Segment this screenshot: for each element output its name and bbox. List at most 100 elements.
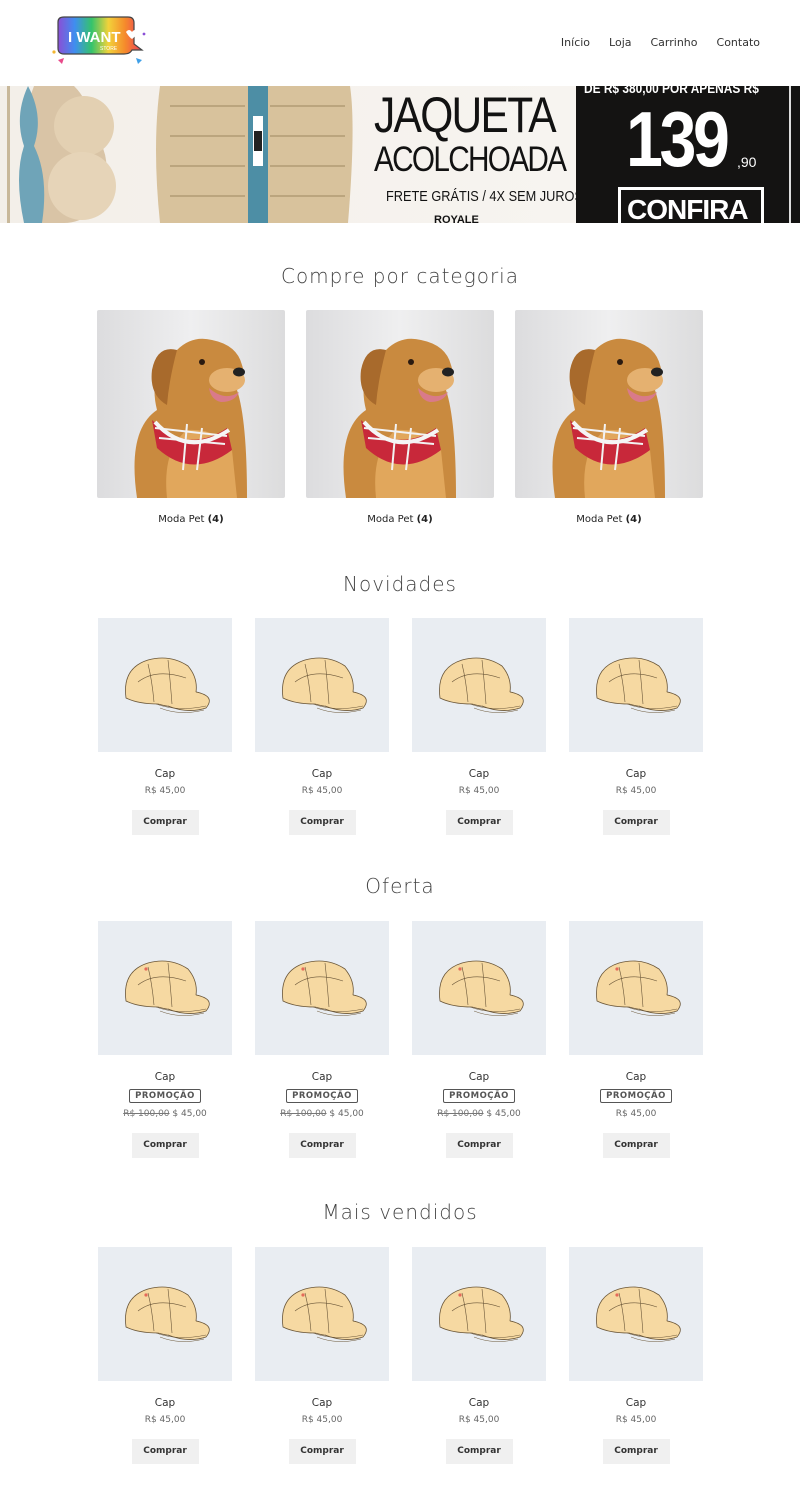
buy-button[interactable]: Comprar <box>131 1133 199 1158</box>
jacket-sleeve-image <box>19 86 116 223</box>
product-price: R$ 45,00 <box>144 786 186 796</box>
product-card: Cap R$ 45,00 Comprar <box>412 618 546 835</box>
banner-subtitle: FRETE GRÁTIS / 4X SEM JUROS <box>386 188 583 205</box>
product-price: R$ 45,00 <box>458 786 500 796</box>
product-card: Cap R$ 45,00 Comprar <box>98 618 232 835</box>
banner-title-2: ACOLCHOADA <box>374 140 567 179</box>
product-price: R$ 100,00 $ 45,00 <box>123 1109 207 1119</box>
product-name[interactable]: Cap <box>98 1071 232 1083</box>
product-image[interactable] <box>98 921 232 1055</box>
buy-button[interactable]: Comprar <box>602 810 670 835</box>
product-card: Cap R$ 45,00 Comprar <box>255 1247 389 1464</box>
product-image[interactable] <box>412 921 546 1055</box>
old-price: R$ 100,00 <box>123 1109 170 1119</box>
old-price: R$ 100,00 <box>280 1109 327 1119</box>
product-price: R$ 45,00 <box>458 1415 500 1425</box>
hero-banner[interactable]: JAQUETA ACOLCHOADA FRETE GRÁTIS / 4X SEM… <box>0 86 800 223</box>
product-image[interactable] <box>255 1247 389 1381</box>
buy-button[interactable]: Comprar <box>131 1439 199 1464</box>
svg-text:I WANT: I WANT <box>68 29 121 46</box>
category-card[interactable]: Moda Pet (4) <box>515 310 703 525</box>
category-card[interactable]: Moda Pet (4) <box>306 310 494 525</box>
product-card: Cap R$ 45,00 Comprar <box>255 618 389 835</box>
product-name[interactable]: Cap <box>569 768 703 780</box>
product-price: R$ 45,00 <box>615 1415 657 1425</box>
product-card: Cap R$ 45,00 Comprar <box>569 618 703 835</box>
category-label[interactable]: Moda Pet (4) <box>97 514 285 525</box>
product-image[interactable] <box>569 618 703 752</box>
category-label[interactable]: Moda Pet (4) <box>515 514 703 525</box>
category-card[interactable]: Moda Pet (4) <box>97 310 285 525</box>
product-price: R$ 45,00 <box>144 1415 186 1425</box>
buy-button[interactable]: Comprar <box>445 810 513 835</box>
product-card: Cap PROMOÇÃO R$ 100,00 $ 45,00 Comprar <box>98 921 232 1158</box>
product-image[interactable] <box>255 618 389 752</box>
nav-contato[interactable]: Contato <box>717 36 760 49</box>
mais-vendidos-title: Mais vendidos <box>322 1200 478 1224</box>
product-name[interactable]: Cap <box>412 1397 546 1409</box>
product-image[interactable] <box>412 1247 546 1381</box>
category-image[interactable] <box>97 310 285 498</box>
product-name[interactable]: Cap <box>569 1071 703 1083</box>
product-image[interactable] <box>98 618 232 752</box>
product-name[interactable]: Cap <box>412 1071 546 1083</box>
promo-badge: PROMOÇÃO <box>600 1089 672 1103</box>
product-card: Cap R$ 45,00 Comprar <box>569 1247 703 1464</box>
buy-button[interactable]: Comprar <box>445 1133 513 1158</box>
product-image[interactable] <box>412 618 546 752</box>
oferta-title: Oferta <box>365 874 435 898</box>
jacket-front-image <box>156 86 353 223</box>
old-price: R$ 100,00 <box>437 1109 484 1119</box>
category-image[interactable] <box>515 310 703 498</box>
nav-loja[interactable]: Loja <box>609 36 631 49</box>
product-name[interactable]: Cap <box>255 1397 389 1409</box>
categories-title: Compre por categoria <box>280 264 519 288</box>
novidades-title: Novidades <box>343 572 457 596</box>
product-name[interactable]: Cap <box>98 768 232 780</box>
nav-carrinho[interactable]: Carrinho <box>651 36 698 49</box>
product-image[interactable] <box>569 1247 703 1381</box>
product-name[interactable]: Cap <box>412 768 546 780</box>
product-name[interactable]: Cap <box>98 1397 232 1409</box>
category-image[interactable] <box>306 310 494 498</box>
buy-button[interactable]: Comprar <box>288 1439 356 1464</box>
buy-button[interactable]: Comprar <box>602 1133 670 1158</box>
banner-title: JAQUETA <box>374 87 557 143</box>
buy-button[interactable]: Comprar <box>131 810 199 835</box>
product-name[interactable]: Cap <box>255 768 389 780</box>
product-image[interactable] <box>98 1247 232 1381</box>
nav-inicio[interactable]: Início <box>561 36 590 49</box>
banner-brand: ROYALE <box>434 214 479 223</box>
banner-price-cents: ,90 <box>737 154 757 170</box>
product-price: R$ 45,00 <box>301 1415 343 1425</box>
product-card: Cap PROMOÇÃO R$ 45,00 Comprar <box>569 921 703 1158</box>
product-price: R$ 45,00 <box>615 1109 657 1119</box>
product-card: Cap R$ 45,00 Comprar <box>98 1247 232 1464</box>
banner-edge-right <box>789 86 791 223</box>
category-label[interactable]: Moda Pet (4) <box>306 514 494 525</box>
banner-price: 139 <box>626 95 730 183</box>
banner-edge <box>7 86 10 223</box>
product-card: Cap PROMOÇÃO R$ 100,00 $ 45,00 Comprar <box>412 921 546 1158</box>
promo-badge: PROMOÇÃO <box>129 1089 201 1103</box>
promo-badge: PROMOÇÃO <box>443 1089 515 1103</box>
product-price: R$ 45,00 <box>301 786 343 796</box>
buy-button[interactable]: Comprar <box>288 810 356 835</box>
store-logo[interactable]: I WANT STORE <box>50 14 146 68</box>
site-header: I WANT STORE Início Loja Carrinho Contat… <box>0 0 800 86</box>
product-name[interactable]: Cap <box>569 1397 703 1409</box>
product-card: Cap R$ 45,00 Comprar <box>412 1247 546 1464</box>
main-nav: Início Loja Carrinho Contato <box>561 36 760 49</box>
buy-button[interactable]: Comprar <box>288 1133 356 1158</box>
buy-button[interactable]: Comprar <box>445 1439 513 1464</box>
product-name[interactable]: Cap <box>255 1071 389 1083</box>
product-image[interactable] <box>255 921 389 1055</box>
product-price: R$ 100,00 $ 45,00 <box>437 1109 521 1119</box>
promo-badge: PROMOÇÃO <box>286 1089 358 1103</box>
svg-text:STORE: STORE <box>100 46 118 52</box>
product-card: Cap PROMOÇÃO R$ 100,00 $ 45,00 Comprar <box>255 921 389 1158</box>
banner-cta-button[interactable]: CONFIRA ▶ <box>618 187 764 223</box>
product-image[interactable] <box>569 921 703 1055</box>
product-price: R$ 45,00 <box>615 786 657 796</box>
buy-button[interactable]: Comprar <box>602 1439 670 1464</box>
